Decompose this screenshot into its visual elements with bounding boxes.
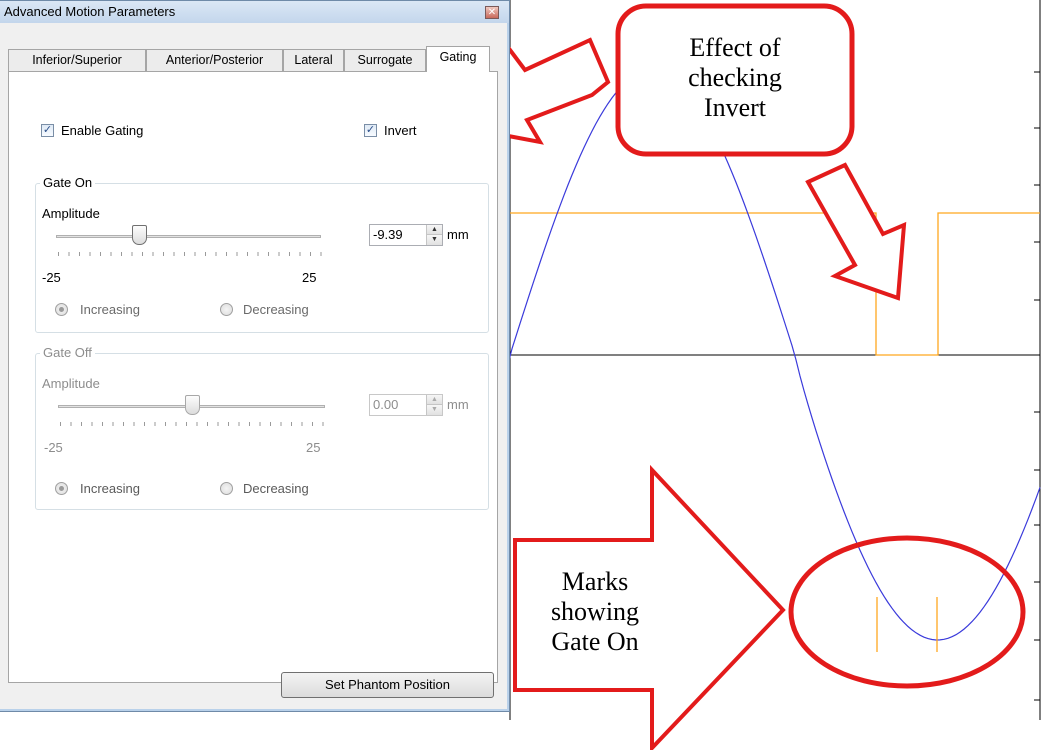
gate-off-group: Gate Off Amplitude -25 25 0.00 ▲ ▼ mm In… xyxy=(35,345,489,510)
invert-label: Invert xyxy=(384,123,417,138)
gate-on-slider-thumb[interactable] xyxy=(131,225,147,245)
gate-off-decreasing-label: Decreasing xyxy=(243,481,309,496)
spin-down-icon[interactable]: ▼ xyxy=(427,405,442,415)
invert-checkbox[interactable]: ✓ xyxy=(364,124,377,137)
gate-off-slider-thumb[interactable] xyxy=(184,395,200,415)
gate-on-spinner-buttons: ▲ ▼ xyxy=(426,225,442,245)
gate-on-min-label: -25 xyxy=(42,270,61,285)
spin-up-icon[interactable]: ▲ xyxy=(427,395,442,405)
title-bar[interactable]: Advanced Motion Parameters ✕ xyxy=(0,1,509,23)
advanced-motion-dialog: Advanced Motion Parameters ✕ Inferior/Su… xyxy=(0,0,510,712)
gate-off-increasing-label: Increasing xyxy=(80,481,140,496)
gate-on-amplitude-label: Amplitude xyxy=(42,206,100,221)
gate-off-unit: mm xyxy=(447,397,469,412)
gate-off-min-label: -25 xyxy=(44,440,63,455)
tab-inferior-superior[interactable]: Inferior/Superior xyxy=(8,49,146,71)
gate-off-amplitude-label: Amplitude xyxy=(42,376,100,391)
right-axis-ticks xyxy=(1034,71,1040,701)
window-title: Advanced Motion Parameters xyxy=(4,4,176,19)
enable-gating-checkbox[interactable]: ✓ xyxy=(41,124,54,137)
gate-on-increasing-radio[interactable] xyxy=(55,303,68,316)
gating-tab-page: ✓ Enable Gating ✓ Invert Gate On Amplitu… xyxy=(8,71,498,683)
gate-off-decreasing-radio[interactable] xyxy=(220,482,233,495)
gate-on-amplitude-spinner[interactable]: -9.39 ▲ ▼ xyxy=(369,224,443,246)
gate-on-slider-ticks xyxy=(58,252,322,256)
gate-off-increasing-radio[interactable] xyxy=(55,482,68,495)
set-phantom-position-button[interactable]: Set Phantom Position xyxy=(281,672,494,698)
invert-callout-text: Effect of checking Invert xyxy=(688,33,782,122)
tab-lateral[interactable]: Lateral xyxy=(283,49,344,71)
gate-off-max-label: 25 xyxy=(306,440,321,455)
gate-arrow-down xyxy=(805,162,907,301)
gate-off-amplitude-spinner[interactable]: 0.00 ▲ ▼ xyxy=(369,394,443,416)
gate-off-title: Gate Off xyxy=(40,345,95,360)
gate-on-callout-text: Marks showing Gate On xyxy=(550,567,640,656)
gate-on-decreasing-radio[interactable] xyxy=(220,303,233,316)
close-icon[interactable]: ✕ xyxy=(485,6,499,19)
gate-on-unit: mm xyxy=(447,227,469,242)
gate-off-spinner-buttons: ▲ ▼ xyxy=(426,395,442,415)
tab-gating[interactable]: Gating xyxy=(426,46,490,72)
gate-on-decreasing-label: Decreasing xyxy=(243,302,309,317)
gate-on-increasing-label: Increasing xyxy=(80,302,140,317)
enable-gating-label: Enable Gating xyxy=(61,123,144,138)
dialog-client: Inferior/Superior Anterior/Posterior Lat… xyxy=(0,23,507,709)
gate-on-slider-track[interactable] xyxy=(56,235,321,238)
gate-on-max-label: 25 xyxy=(302,270,317,285)
gate-on-amplitude-value[interactable]: -9.39 xyxy=(373,227,403,242)
gate-on-group: Gate On Amplitude -25 25 -9.39 ▲ ▼ mm In… xyxy=(35,175,489,333)
gate-on-title: Gate On xyxy=(40,175,96,190)
spin-down-icon[interactable]: ▼ xyxy=(427,235,442,245)
spin-up-icon[interactable]: ▲ xyxy=(427,225,442,235)
tab-anterior-posterior[interactable]: Anterior/Posterior xyxy=(146,49,283,71)
gate-off-slider-ticks xyxy=(60,422,326,426)
gate-on-ellipse xyxy=(788,535,1026,689)
tab-surrogate[interactable]: Surrogate xyxy=(344,49,426,71)
gate-off-amplitude-value[interactable]: 0.00 xyxy=(373,397,398,412)
